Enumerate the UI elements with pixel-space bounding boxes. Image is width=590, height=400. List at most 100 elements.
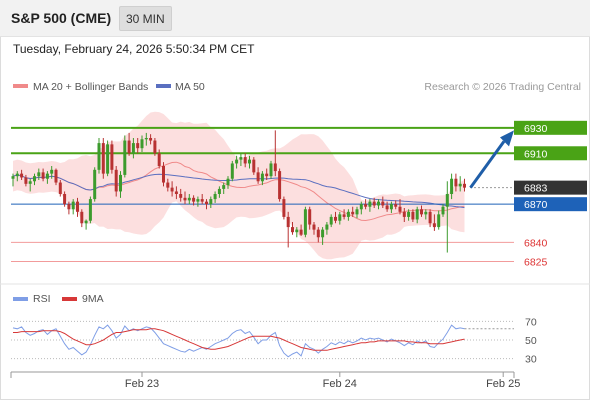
pivot-label-6870: 6870 — [524, 199, 548, 211]
resistance-label-6930: 6930 — [524, 123, 548, 135]
x-axis-labels: Feb 23 Feb 24 Feb 25 — [125, 372, 520, 390]
rsi-tick-label: 30 — [525, 354, 537, 366]
candle-body — [432, 223, 436, 228]
candle-body — [316, 229, 320, 238]
candle-body — [179, 194, 183, 198]
candle-body — [402, 211, 406, 217]
candle-body — [235, 159, 239, 164]
candle-body — [463, 183, 466, 188]
candle-body — [213, 194, 217, 200]
candle-body — [76, 201, 79, 212]
candle-body — [93, 169, 97, 200]
candle-body — [41, 172, 45, 179]
candle-body — [450, 178, 454, 194]
candle-body — [209, 199, 213, 205]
x-tick-label: Feb 25 — [486, 378, 520, 390]
candle-body — [157, 153, 161, 166]
candle-body — [325, 224, 329, 230]
candle-body — [428, 211, 432, 224]
candle-body — [162, 166, 165, 183]
candle-body — [187, 197, 191, 201]
candle-body — [101, 143, 105, 174]
candle-body — [355, 209, 359, 215]
candle-body — [368, 201, 372, 207]
candle-body — [415, 209, 419, 220]
legend-9ma-swatch — [62, 297, 77, 301]
price-chart: MA 20 + Bollinger Bands MA 50 Research ©… — [0, 81, 590, 390]
candle-body — [424, 211, 428, 215]
candle-body — [299, 229, 303, 235]
candle-body — [377, 201, 380, 206]
candle-body — [265, 173, 269, 177]
candle-body — [329, 216, 333, 225]
candle-body — [398, 206, 402, 212]
candle-body — [149, 138, 153, 141]
candle-body — [420, 209, 423, 215]
candle-body — [183, 197, 187, 201]
candle-body — [291, 227, 294, 233]
legend-ma20-label: MA 20 + Bollinger Bands — [33, 81, 148, 93]
candle-body — [303, 209, 307, 235]
candle-body — [67, 204, 71, 210]
x-tick-label: Feb 24 — [323, 378, 357, 390]
candle-body — [394, 204, 398, 207]
candle-body — [140, 139, 144, 149]
last-price-label: 6883 — [524, 183, 548, 195]
candle-body — [278, 171, 282, 200]
candle-body — [312, 224, 316, 230]
x-tick-label: Feb 23 — [125, 378, 159, 390]
forecast-arrow — [469, 130, 514, 189]
candle-body — [381, 201, 385, 206]
candle-body — [342, 214, 346, 217]
support-label-6825: 6825 — [524, 256, 548, 268]
candle-body — [239, 157, 243, 160]
candle-body — [359, 204, 363, 210]
support-label-6840: 6840 — [524, 237, 548, 249]
candle-body — [372, 201, 376, 206]
candle-body — [351, 211, 355, 215]
candle-body — [411, 211, 415, 220]
candle-body — [174, 191, 178, 194]
candle-body — [127, 140, 131, 154]
candle-body — [454, 178, 458, 187]
legend-ma20-swatch — [13, 84, 28, 88]
candle-body — [338, 214, 342, 221]
legend-9ma-label: 9MA — [82, 293, 104, 305]
candle-body — [217, 188, 221, 194]
candle-body — [114, 169, 118, 192]
legend-rsi-swatch — [13, 297, 28, 301]
candle-body — [295, 229, 299, 233]
bollinger-band-fill — [13, 111, 465, 260]
candle-body — [256, 172, 260, 182]
candle-body — [269, 163, 273, 177]
candle-body — [20, 173, 24, 178]
candle-body — [97, 143, 101, 170]
research-credit: Research © 2026 Trading Central — [424, 81, 581, 93]
candle-body — [170, 187, 174, 192]
legend-ma50-swatch — [156, 84, 171, 88]
candle-body — [273, 163, 277, 172]
candle-body — [110, 144, 114, 170]
candle-body — [58, 182, 62, 194]
candle-body — [200, 199, 204, 202]
candle-body — [80, 211, 84, 224]
candle-body — [45, 173, 49, 179]
candle-body — [389, 204, 393, 210]
rsi-tick-label: 70 — [525, 316, 537, 328]
price-legend: MA 20 + Bollinger Bands MA 50 Research ©… — [13, 81, 581, 93]
rsi-panel: 30 50 70 — [11, 316, 537, 366]
candle-body — [441, 206, 445, 215]
candle-body — [119, 174, 122, 192]
candle-body — [136, 143, 140, 149]
candle-body — [71, 201, 75, 210]
candle-body — [248, 159, 251, 164]
candle-body — [24, 177, 28, 184]
candle-body — [196, 199, 200, 202]
candle-body — [54, 169, 58, 183]
candle-body — [106, 144, 110, 174]
bollinger-bands — [13, 111, 465, 260]
candle-body — [222, 185, 226, 189]
candle-body — [123, 140, 127, 175]
candle-body — [407, 211, 411, 217]
candle-body — [88, 199, 92, 221]
